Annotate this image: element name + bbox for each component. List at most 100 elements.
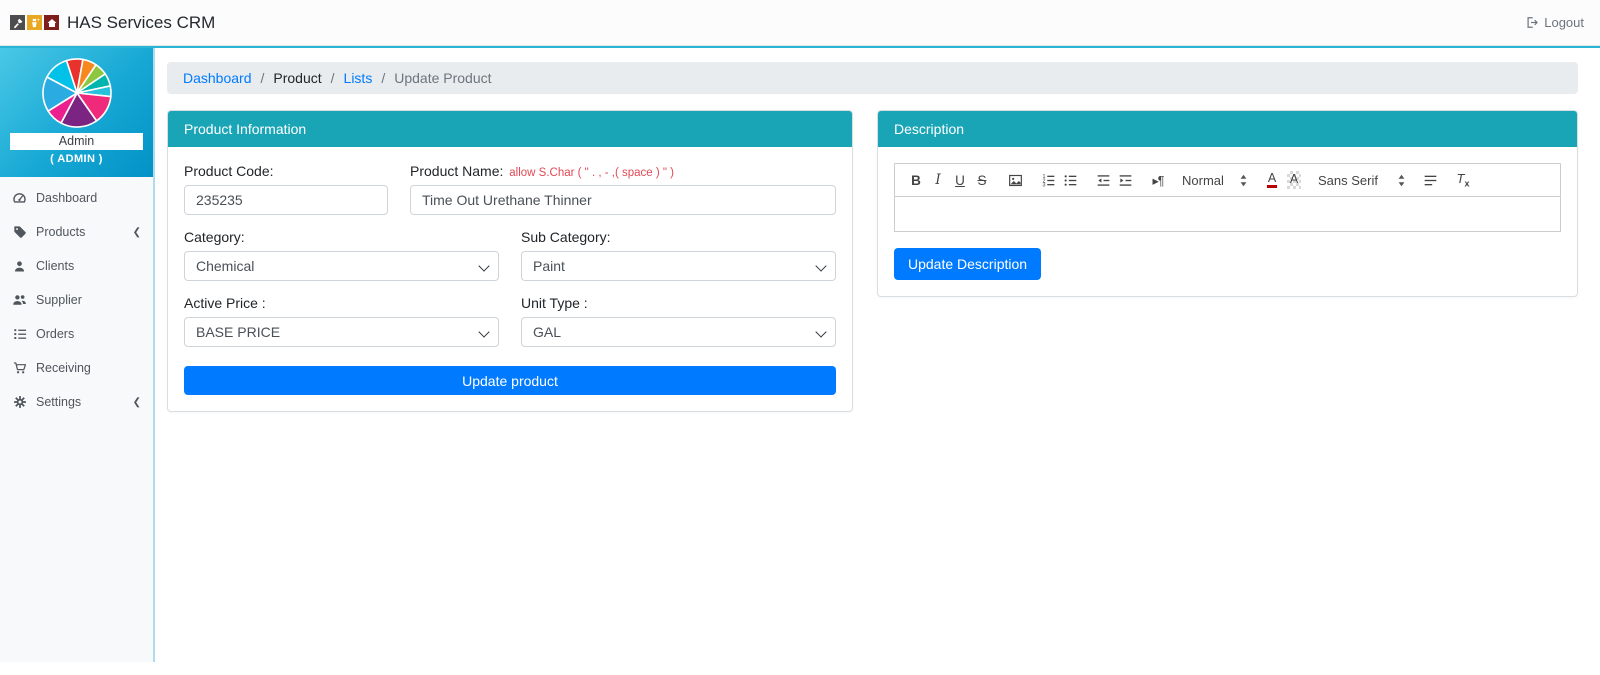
breadcrumb-item-lists[interactable]: Lists (344, 70, 373, 86)
bold-button[interactable]: B (905, 169, 927, 191)
breadcrumb-item-dashboard[interactable]: Dashboard (183, 70, 252, 86)
product-code-label: Product Code: (184, 163, 388, 179)
admin-role: ( ADMIN ) (0, 153, 153, 165)
sidebar-header: Admin ( ADMIN ) (0, 48, 153, 177)
product-name-input[interactable] (410, 185, 836, 215)
toolbar-group (1004, 169, 1026, 191)
text-color-button[interactable]: A (1261, 169, 1283, 191)
toolbar-group (1419, 169, 1441, 191)
logout-button[interactable]: Logout (1525, 15, 1584, 30)
toolbar-group: BIUS (905, 169, 993, 191)
ordered-list-button[interactable]: 123 (1037, 169, 1059, 191)
sidebar-item-label: Receiving (36, 361, 91, 375)
svg-text:3: 3 (1042, 182, 1045, 188)
description-card: Description BIUS 123 ▸¶ Normal AA Sans Serif T… (877, 110, 1578, 297)
sub-category-select[interactable]: Paint (521, 251, 836, 281)
toolbar-group: ▸¶ (1147, 169, 1169, 191)
brand-link[interactable]: HAS Services CRM (10, 13, 215, 33)
unit-type-label: Unit Type : (521, 295, 836, 311)
sidebar-item-label: Settings (36, 395, 81, 409)
update-product-button[interactable]: Update product (184, 366, 836, 395)
header-select-label: Normal (1182, 173, 1224, 188)
breadcrumb-separator: / (331, 70, 335, 86)
description-header: Description (878, 111, 1577, 147)
clients-icon (12, 260, 27, 273)
updown-arrows-icon (1239, 173, 1248, 188)
sidebar-item-products[interactable]: Products ❮ (0, 215, 153, 249)
orders-icon (12, 327, 27, 341)
house-icon (44, 15, 59, 30)
update-description-button[interactable]: Update Description (894, 248, 1041, 280)
sub-category-label: Sub Category: (521, 229, 836, 245)
main-content: Dashboard / Product / Lists / Update Product P… (155, 48, 1600, 662)
chevron-left-icon: ❮ (133, 227, 141, 238)
products-icon (12, 225, 27, 239)
toolbar-group: Tx (1452, 169, 1474, 191)
font-select-label: Sans Serif (1318, 173, 1378, 188)
updown-arrows-icon (1397, 173, 1406, 188)
toolbar-group: Normal (1180, 173, 1250, 188)
breadcrumb: Dashboard / Product / Lists / Update Product (167, 62, 1578, 94)
active-price-label: Active Price : (184, 295, 499, 311)
sidebar-item-label: Clients (36, 259, 74, 273)
editor-toolbar: BIUS 123 ▸¶ Normal AA Sans Serif Tx (894, 163, 1561, 197)
receiving-icon (12, 361, 27, 375)
sidebar-item-settings[interactable]: Settings ❮ (0, 385, 153, 419)
dashboard-icon (12, 191, 27, 205)
sign-out-icon (1525, 16, 1538, 29)
toolbar-group: Sans Serif (1316, 173, 1408, 188)
sidebar-item-receiving[interactable]: Receiving (0, 351, 153, 385)
strike-button[interactable]: S (971, 169, 993, 191)
sidebar-item-label: Supplier (36, 293, 82, 307)
hammer-icon (10, 15, 25, 30)
app-title: HAS Services CRM (67, 13, 215, 33)
toolbar-group: AA (1261, 169, 1305, 191)
image-button[interactable] (1004, 169, 1026, 191)
sidebar-item-clients[interactable]: Clients (0, 249, 153, 283)
italic-button[interactable]: I (927, 169, 949, 191)
product-name-label: Product Name: (410, 163, 503, 179)
indent-button[interactable] (1114, 169, 1136, 191)
product-information-header: Product Information (168, 111, 852, 147)
brand-logo (10, 15, 59, 30)
sidebar-item-label: Orders (36, 327, 74, 341)
unit-type-select[interactable]: GAL (521, 317, 836, 347)
sidebar: Admin ( ADMIN ) Dashboard Products ❮ Client… (0, 48, 155, 662)
category-label: Category: (184, 229, 499, 245)
chevron-left-icon: ❮ (133, 397, 141, 408)
admin-name: Admin (10, 133, 143, 150)
description-editor[interactable] (894, 197, 1561, 232)
background-color-button[interactable]: A (1283, 169, 1305, 191)
breadcrumb-item-product: Product (273, 70, 321, 86)
direction-button[interactable]: ▸¶ (1147, 169, 1169, 191)
underline-button[interactable]: U (949, 169, 971, 191)
logout-label: Logout (1544, 15, 1584, 30)
sidebar-item-label: Dashboard (36, 191, 97, 205)
supplier-icon (12, 293, 27, 307)
sidebar-item-orders[interactable]: Orders (0, 317, 153, 351)
clean-button[interactable]: Tx (1452, 169, 1474, 191)
settings-icon (12, 395, 27, 409)
header-select[interactable]: Normal (1180, 173, 1250, 188)
product-code-input[interactable] (184, 185, 388, 215)
sidebar-item-dashboard[interactable]: Dashboard (0, 181, 153, 215)
breadcrumb-separator: / (261, 70, 265, 86)
outdent-button[interactable] (1092, 169, 1114, 191)
breadcrumb-separator: / (381, 70, 385, 86)
toolbar-group (1092, 169, 1136, 191)
product-name-hint: allow S.Char ( " . , - ,( space ) " ) (509, 167, 674, 179)
align-button[interactable] (1419, 169, 1441, 191)
bullet-list-button[interactable] (1059, 169, 1081, 191)
sidebar-item-label: Products (36, 225, 85, 239)
top-navbar: HAS Services CRM Logout (0, 0, 1600, 46)
toolbar-group: 123 (1037, 169, 1081, 191)
active-price-select[interactable]: BASE PRICE (184, 317, 499, 347)
breadcrumb-item-update-product: Update Product (394, 70, 491, 86)
product-information-card: Product Information Product Code: Produc… (167, 110, 853, 412)
pie-chart-logo (40, 56, 114, 130)
font-select[interactable]: Sans Serif (1316, 173, 1408, 188)
category-select[interactable]: Chemical (184, 251, 499, 281)
sidebar-item-supplier[interactable]: Supplier (0, 283, 153, 317)
spray-gun-icon (27, 15, 42, 30)
sidebar-menu: Dashboard Products ❮ Clients Supplier Orders R… (0, 177, 153, 419)
